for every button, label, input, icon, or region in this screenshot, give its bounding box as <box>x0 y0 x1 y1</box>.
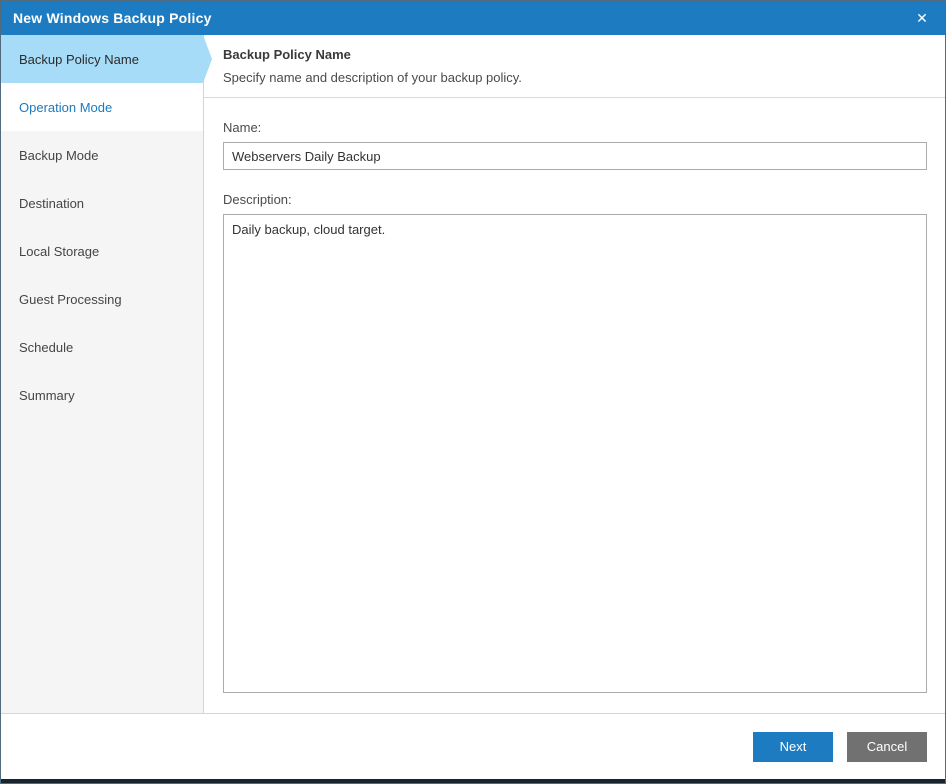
policy-description-textarea[interactable]: Daily backup, cloud target. <box>223 214 927 693</box>
cancel-button[interactable]: Cancel <box>847 731 927 762</box>
sidebar-item-backup-mode: Backup Mode <box>1 131 203 179</box>
next-button[interactable]: Next <box>753 731 833 762</box>
wizard-footer: Next Cancel <box>1 713 945 779</box>
sidebar-item-label: Destination <box>19 195 85 211</box>
sidebar-item-label: Schedule <box>19 339 74 355</box>
step-description: Specify name and description of your bac… <box>223 70 522 85</box>
step-header: Backup Policy Name Specify name and desc… <box>204 35 945 98</box>
wizard-steps-sidebar: Backup Policy Name Operation Mode Backup… <box>1 35 212 713</box>
description-label: Description: <box>223 192 292 207</box>
new-backup-policy-wizard: New Windows Backup Policy ✕ Backup Polic… <box>0 0 946 784</box>
sidebar-item-summary: Summary <box>1 371 203 419</box>
sidebar-item-schedule: Schedule <box>1 323 203 371</box>
titlebar: New Windows Backup Policy ✕ <box>1 1 945 35</box>
policy-name-input[interactable] <box>223 142 927 170</box>
window-title: New Windows Backup Policy <box>13 10 212 26</box>
step-content: Backup Policy Name Specify name and desc… <box>204 35 945 713</box>
policy-name-form: Name: Description: Daily backup, cloud t… <box>204 98 945 713</box>
window-bottom-edge <box>1 779 945 783</box>
sidebar-item-destination: Destination <box>1 179 203 227</box>
wizard-body: Backup Policy Name Operation Mode Backup… <box>1 35 945 713</box>
close-icon[interactable]: ✕ <box>911 7 933 29</box>
sidebar-item-label: Operation Mode <box>19 99 113 115</box>
sidebar-item-operation-mode[interactable]: Operation Mode <box>1 83 203 131</box>
sidebar-item-label: Backup Policy Name <box>19 51 139 67</box>
sidebar-item-label: Guest Processing <box>19 291 122 307</box>
sidebar-item-local-storage: Local Storage <box>1 227 203 275</box>
sidebar-item-label: Backup Mode <box>19 147 99 163</box>
sidebar-item-label: Local Storage <box>19 243 100 259</box>
sidebar-item-label: Summary <box>19 387 75 403</box>
step-title: Backup Policy Name <box>223 47 351 62</box>
sidebar-item-guest-processing: Guest Processing <box>1 275 203 323</box>
name-label: Name: <box>223 120 262 135</box>
sidebar-item-backup-policy-name[interactable]: Backup Policy Name <box>1 35 212 83</box>
